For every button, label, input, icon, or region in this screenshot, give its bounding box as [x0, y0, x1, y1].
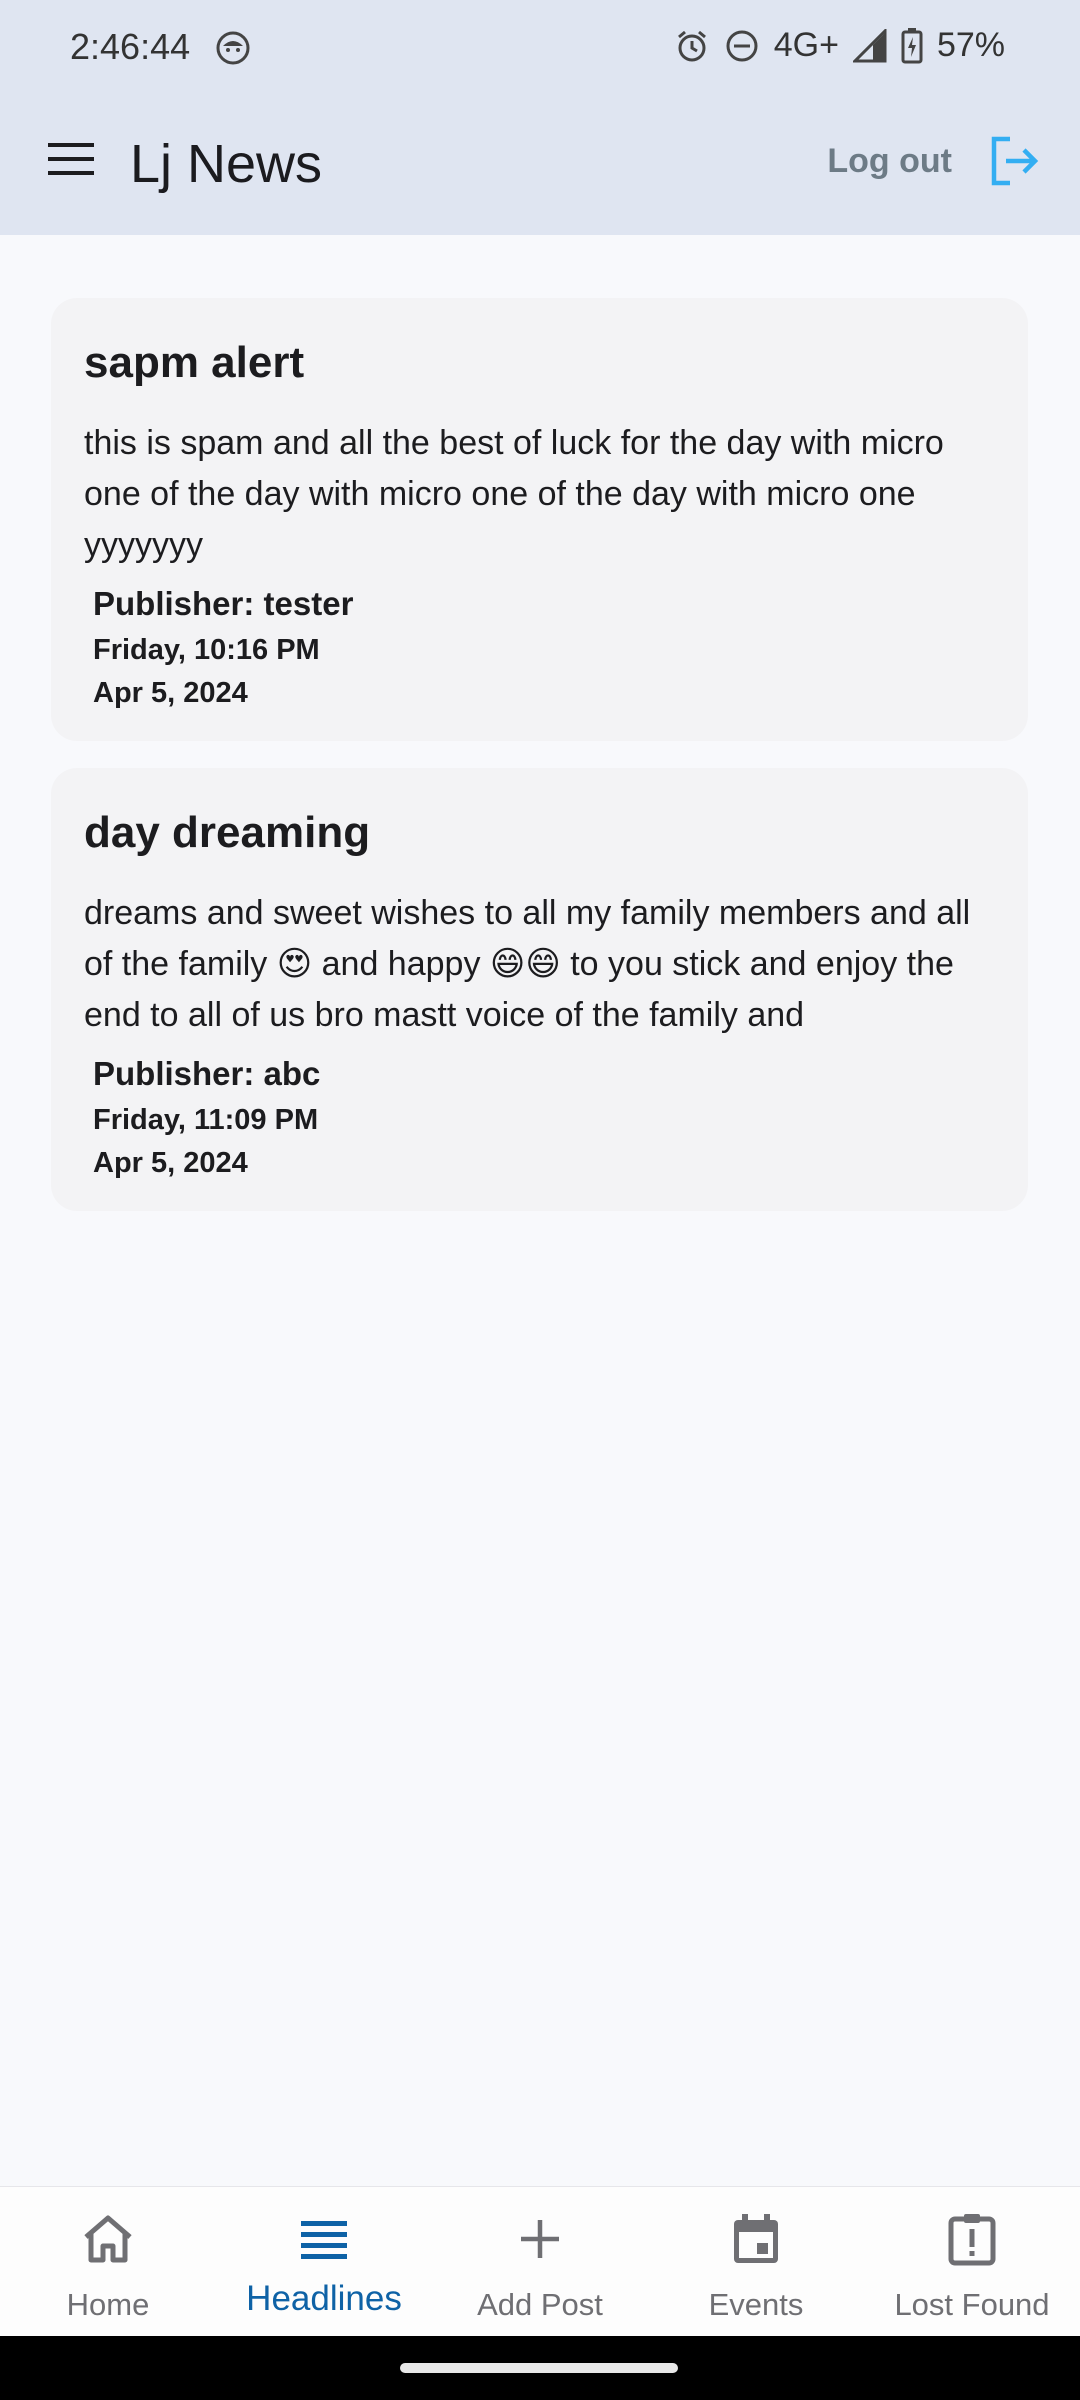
app-bar: Lj News Log out: [0, 95, 1080, 235]
home-icon: [84, 2215, 132, 2263]
headlines-icon: [301, 2221, 347, 2259]
app-title: Lj News: [130, 134, 323, 194]
alarm-icon: [677, 30, 706, 61]
nav-home-label: Home: [66, 2287, 150, 2322]
post-card[interactable]: day dreaming dreams and sweet wishes to …: [51, 768, 1028, 1211]
logout-icon: [991, 136, 1039, 186]
nav-headlines[interactable]: Headlines: [216, 2187, 432, 2336]
alert-clipboard-icon: [948, 2214, 996, 2266]
post-weekday-time: Friday, 10:16 PM: [93, 634, 320, 666]
nav-add-post[interactable]: Add Post: [432, 2187, 648, 2336]
signal-icon: [852, 28, 887, 62]
status-bar: 2:46:44 4G+ 57%: [0, 0, 1080, 95]
post-publisher: Publisher: tester: [93, 585, 354, 622]
battery-level: 57%: [936, 26, 1005, 64]
nav-headlines-label: Headlines: [246, 2279, 402, 2318]
status-icons: 4G+ 57%: [674, 26, 1005, 65]
bottom-navigation: Home Headlines Add Post Events Lost Foun…: [0, 2186, 1080, 2336]
post-publisher: Publisher: abc: [93, 1055, 321, 1092]
home-gesture-bar[interactable]: [400, 2363, 678, 2373]
nav-lost-found[interactable]: Lost Found: [864, 2187, 1080, 2336]
nav-add-post-label: Add Post: [477, 2287, 603, 2322]
headlines-feed: sapm alert this is spam and all the best…: [51, 298, 1028, 1238]
nav-lost-found-label: Lost Found: [894, 2287, 1050, 2322]
post-title: day dreaming: [84, 808, 371, 857]
post-card[interactable]: sapm alert this is spam and all the best…: [51, 298, 1028, 741]
post-meta: Publisher: abc Friday, 11:09 PM Apr 5, 2…: [84, 1049, 995, 1185]
post-body: this is spam and all the best of luck fo…: [84, 424, 944, 564]
battery-icon: [901, 27, 923, 63]
post-title: sapm alert: [84, 338, 305, 387]
logout-button[interactable]: Log out: [827, 125, 1040, 197]
do-not-disturb-icon: [726, 30, 758, 61]
gesture-navigation-area: [0, 2336, 1080, 2400]
network-type: 4G+: [773, 26, 839, 64]
plus-icon: [521, 2220, 559, 2258]
nav-events[interactable]: Events: [648, 2187, 864, 2336]
post-meta: Publisher: tester Friday, 10:16 PM Apr 5…: [84, 579, 995, 715]
calendar-icon: [734, 2214, 778, 2263]
post-date: Apr 5, 2024: [93, 677, 248, 709]
post-date: Apr 5, 2024: [93, 1147, 248, 1179]
logout-label: Log out: [827, 141, 952, 180]
top-bar: 2:46:44 4G+ 57% Lj News Log out: [0, 0, 1080, 235]
post-body: dreams and sweet wishes to all my family…: [84, 894, 971, 1034]
post-weekday-time: Friday, 11:09 PM: [93, 1104, 319, 1136]
menu-icon[interactable]: [46, 139, 96, 179]
notification-face-icon: [216, 31, 250, 65]
status-time: 2:46:44: [70, 26, 191, 67]
nav-events-label: Events: [708, 2287, 804, 2322]
nav-home[interactable]: Home: [0, 2187, 216, 2336]
